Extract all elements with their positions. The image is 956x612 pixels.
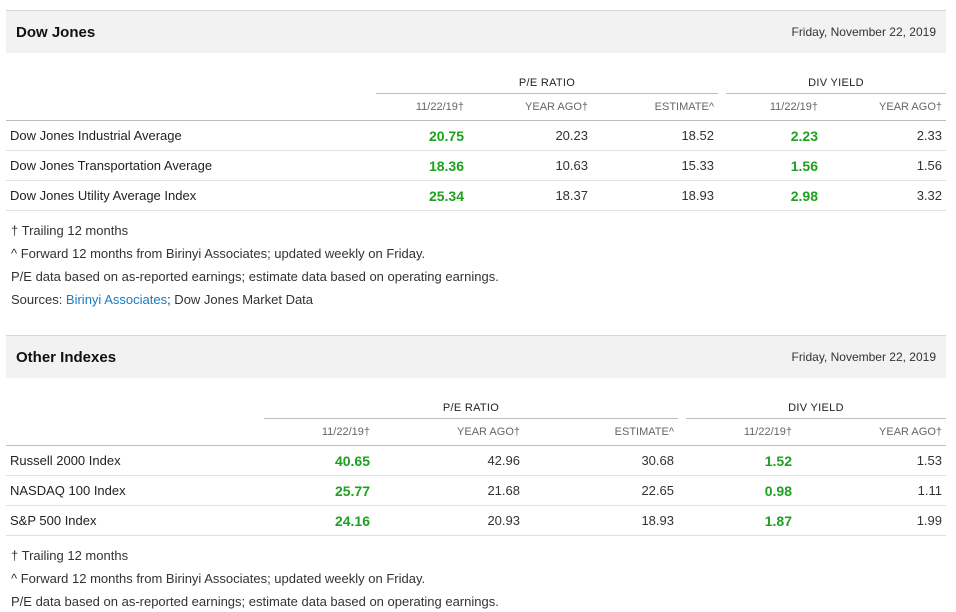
note-forward: ^ Forward 12 months from Birinyi Associa… bbox=[11, 571, 426, 586]
pe-ratio-header: P/E RATIO bbox=[264, 398, 678, 419]
dy-current: 1.52 bbox=[686, 445, 796, 476]
index-name: NASDAQ 100 Index bbox=[6, 475, 264, 506]
section-header: Other Indexes Friday, November 22, 2019 bbox=[6, 335, 946, 378]
section-title: Dow Jones bbox=[16, 23, 96, 41]
col-pe-estimate: ESTIMATE^ bbox=[592, 93, 718, 121]
pe-year-ago: 20.93 bbox=[374, 505, 524, 536]
col-pe-year-ago: YEAR AGO† bbox=[468, 93, 592, 121]
ratios-table: P/E RATIO DIV YIELD 11/22/19† YEAR AGO† … bbox=[6, 398, 946, 536]
note-pe-data: P/E data based on as-reported earnings; … bbox=[11, 269, 499, 284]
index-name: Dow Jones Industrial Average bbox=[6, 120, 376, 151]
birinyi-link[interactable]: Birinyi Associates bbox=[66, 292, 167, 307]
col-pe-year-ago: YEAR AGO† bbox=[374, 418, 524, 446]
pe-ratio-header: P/E RATIO bbox=[376, 73, 718, 94]
pe-year-ago: 21.68 bbox=[374, 475, 524, 506]
div-yield-header: DIV YIELD bbox=[686, 398, 946, 419]
dy-current: 2.98 bbox=[726, 180, 822, 211]
table-row: Russell 2000 Index 40.65 42.96 30.68 1.5… bbox=[6, 445, 946, 476]
table-row: S&P 500 Index 24.16 20.93 18.93 1.87 1.9… bbox=[6, 505, 946, 536]
dy-current: 1.56 bbox=[726, 150, 822, 181]
note-forward: ^ Forward 12 months from Birinyi Associa… bbox=[11, 246, 426, 261]
dy-year-ago: 1.11 bbox=[796, 475, 946, 506]
page: Dow Jones Friday, November 22, 2019 P/E … bbox=[0, 0, 956, 612]
footnotes: † Trailing 12 months ^ Forward 12 months… bbox=[6, 219, 946, 311]
note-trailing: † Trailing 12 months bbox=[11, 548, 129, 563]
section-title: Other Indexes bbox=[16, 348, 117, 366]
col-dy-current: 11/22/19† bbox=[726, 93, 822, 121]
dy-year-ago: 2.33 bbox=[822, 120, 946, 151]
note-pe-data: P/E data based on as-reported earnings; … bbox=[11, 594, 499, 609]
pe-year-ago: 42.96 bbox=[374, 445, 524, 476]
section-header: Dow Jones Friday, November 22, 2019 bbox=[6, 10, 946, 53]
pe-estimate: 18.93 bbox=[592, 180, 718, 211]
section-date: Friday, November 22, 2019 bbox=[791, 25, 936, 39]
pe-current: 24.16 bbox=[264, 505, 374, 536]
pe-estimate: 18.93 bbox=[524, 505, 678, 536]
pe-estimate: 22.65 bbox=[524, 475, 678, 506]
dy-year-ago: 1.56 bbox=[822, 150, 946, 181]
index-name: Dow Jones Utility Average Index bbox=[6, 180, 376, 211]
index-name: S&P 500 Index bbox=[6, 505, 264, 536]
dy-current: 1.87 bbox=[686, 505, 796, 536]
col-pe-current: 11/22/19† bbox=[264, 418, 374, 446]
col-dy-current: 11/22/19† bbox=[686, 418, 796, 446]
section-date: Friday, November 22, 2019 bbox=[791, 350, 936, 364]
dow-jones-section: Dow Jones Friday, November 22, 2019 P/E … bbox=[6, 10, 946, 311]
table-row: Dow Jones Transportation Average 18.36 1… bbox=[6, 150, 946, 181]
table-row: NASDAQ 100 Index 25.77 21.68 22.65 0.98 … bbox=[6, 475, 946, 506]
pe-current: 18.36 bbox=[376, 150, 468, 181]
pe-current: 25.34 bbox=[376, 180, 468, 211]
dy-current: 2.23 bbox=[726, 120, 822, 151]
col-dy-year-ago: YEAR AGO† bbox=[796, 418, 946, 446]
pe-current: 40.65 bbox=[264, 445, 374, 476]
pe-current: 20.75 bbox=[376, 120, 468, 151]
ratios-table: P/E RATIO DIV YIELD 11/22/19† YEAR AGO† … bbox=[6, 73, 946, 211]
table-row: Dow Jones Industrial Average 20.75 20.23… bbox=[6, 120, 946, 151]
div-yield-header: DIV YIELD bbox=[726, 73, 946, 94]
pe-year-ago: 10.63 bbox=[468, 150, 592, 181]
index-name: Russell 2000 Index bbox=[6, 445, 264, 476]
other-indexes-section: Other Indexes Friday, November 22, 2019 … bbox=[6, 335, 946, 612]
pe-year-ago: 20.23 bbox=[468, 120, 592, 151]
index-name: Dow Jones Transportation Average bbox=[6, 150, 376, 181]
sources-prefix: Sources: bbox=[11, 292, 66, 307]
dy-year-ago: 3.32 bbox=[822, 180, 946, 211]
table-row: Dow Jones Utility Average Index 25.34 18… bbox=[6, 180, 946, 211]
sources-rest: ; Dow Jones Market Data bbox=[167, 292, 314, 307]
pe-estimate: 18.52 bbox=[592, 120, 718, 151]
pe-estimate: 30.68 bbox=[524, 445, 678, 476]
note-sources: Sources: Birinyi Associates; Dow Jones M… bbox=[11, 288, 946, 311]
dy-current: 0.98 bbox=[686, 475, 796, 506]
col-dy-year-ago: YEAR AGO† bbox=[822, 93, 946, 121]
dy-year-ago: 1.99 bbox=[796, 505, 946, 536]
footnotes: † Trailing 12 months ^ Forward 12 months… bbox=[6, 544, 946, 612]
pe-current: 25.77 bbox=[264, 475, 374, 506]
note-trailing: † Trailing 12 months bbox=[11, 223, 129, 238]
dy-year-ago: 1.53 bbox=[796, 445, 946, 476]
pe-estimate: 15.33 bbox=[592, 150, 718, 181]
col-pe-current: 11/22/19† bbox=[376, 93, 468, 121]
pe-year-ago: 18.37 bbox=[468, 180, 592, 211]
col-pe-estimate: ESTIMATE^ bbox=[524, 418, 678, 446]
